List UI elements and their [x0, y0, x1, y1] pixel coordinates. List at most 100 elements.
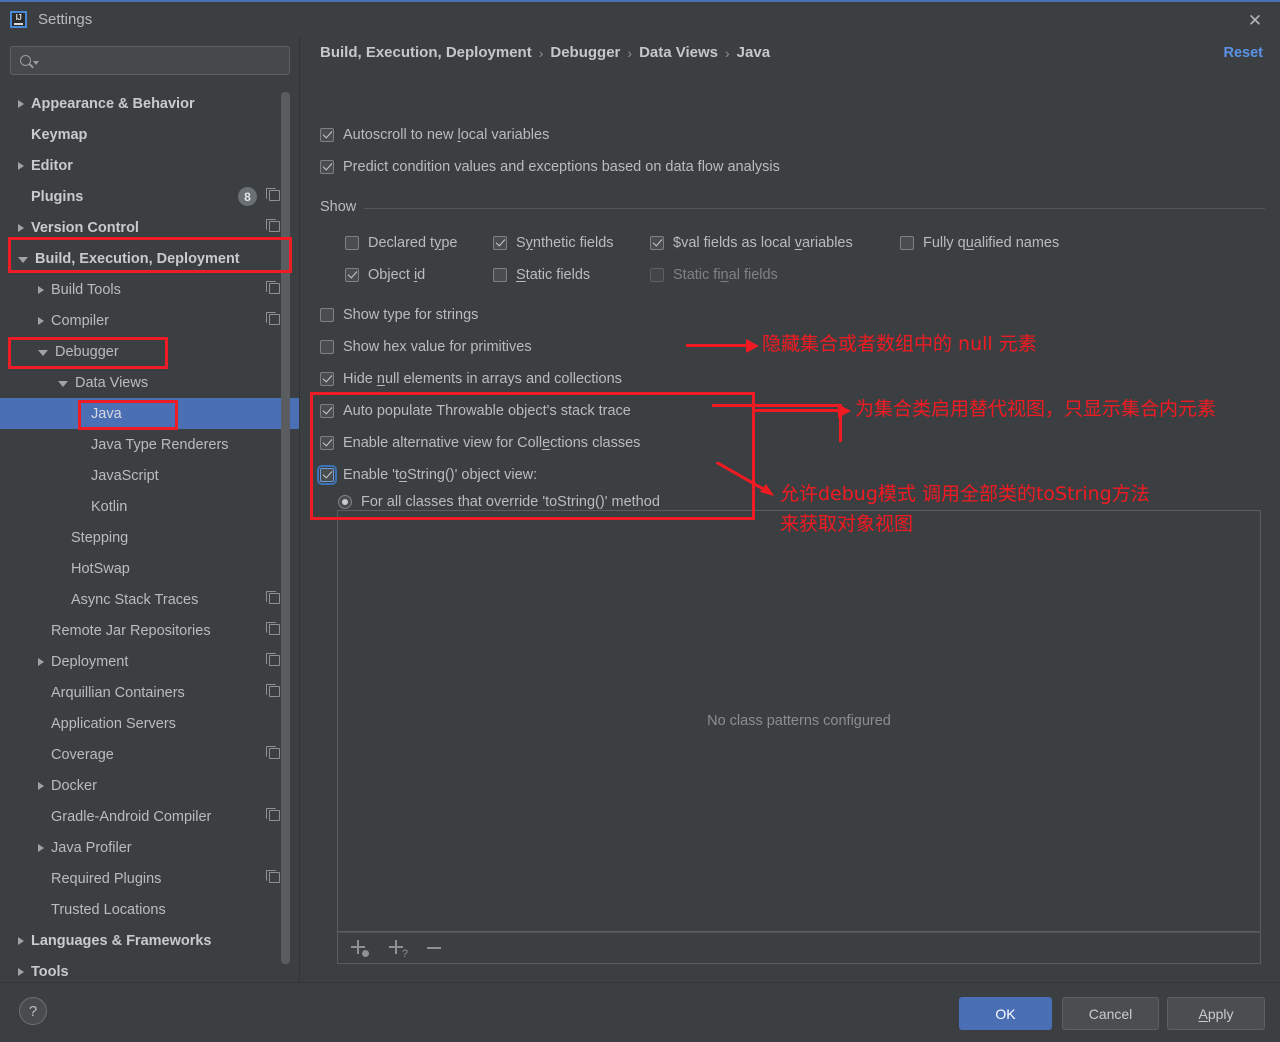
sidebar-item-docker[interactable]: Docker [0, 770, 300, 801]
class-patterns-list[interactable]: No class patterns configured [337, 510, 1261, 932]
checkbox-auto-populate-throwable-stack-trace[interactable]: Auto populate Throwable object's stack t… [320, 403, 631, 419]
radio-for-all-classes-override-tostring[interactable]: For all classes that override 'toString(… [338, 494, 660, 510]
sidebar-item-arquillian-containers[interactable]: Arquillian Containers [0, 677, 300, 708]
add-class-button[interactable] [350, 938, 370, 958]
sidebar-item-compiler[interactable]: Compiler [0, 305, 300, 336]
chevron-right-icon[interactable] [18, 99, 24, 108]
checkbox-enable-tostring-object-view[interactable]: Enable 'toString()' object view: [317, 465, 537, 485]
checkbox-static-fields[interactable]: Static fields [493, 267, 590, 283]
checkbox-declared-type[interactable]: Declared type [345, 235, 457, 251]
checkbox-box[interactable] [317, 465, 337, 485]
checkbox-box[interactable] [320, 404, 334, 418]
sidebar-scrollbar-thumb[interactable] [281, 92, 290, 964]
checkbox-box[interactable] [345, 236, 359, 250]
sidebar-scrollbar-track[interactable] [281, 64, 295, 964]
sidebar-item-appearance-behavior[interactable]: Appearance & Behavior [0, 88, 300, 119]
checkbox-box[interactable] [320, 372, 334, 386]
sidebar-item-remote-jar-repositories[interactable]: Remote Jar Repositories [0, 615, 300, 646]
checkbox-box[interactable] [493, 236, 507, 250]
sidebar-item-keymap[interactable]: Keymap [0, 119, 300, 150]
checkbox-predict-condition-values[interactable]: Predict condition values and exceptions … [320, 159, 780, 175]
sidebar-item-javascript[interactable]: JavaScript [0, 460, 300, 491]
chevron-down-icon[interactable] [18, 257, 28, 263]
checkbox-box[interactable] [900, 236, 914, 250]
checkbox-box[interactable] [320, 436, 334, 450]
sidebar-item-coverage[interactable]: Coverage [0, 739, 300, 770]
remove-button[interactable] [426, 938, 446, 958]
ok-button[interactable]: OK [959, 997, 1052, 1030]
checkbox-box[interactable] [320, 308, 334, 322]
sidebar-item-hotswap[interactable]: HotSwap [0, 553, 300, 584]
copy-settings-icon[interactable] [266, 684, 280, 697]
sidebar-item-java-type-renderers[interactable]: Java Type Renderers [0, 429, 300, 460]
reset-link[interactable]: Reset [1224, 45, 1264, 61]
close-icon[interactable]: ✕ [1242, 8, 1268, 32]
sidebar-item-stepping[interactable]: Stepping [0, 522, 300, 553]
sidebar-item-tools[interactable]: Tools [0, 956, 300, 982]
sidebar-item-kotlin[interactable]: Kotlin [0, 491, 300, 522]
copy-settings-icon[interactable] [266, 746, 280, 759]
chevron-right-icon[interactable] [38, 781, 44, 790]
checkbox-object-id[interactable]: Object id [345, 267, 425, 283]
sidebar-item-build-tools[interactable]: Build Tools [0, 274, 300, 305]
checkbox-show-type-for-strings[interactable]: Show type for strings [320, 307, 478, 323]
sidebar-item-debugger[interactable]: Debugger [0, 336, 300, 367]
copy-settings-icon[interactable] [266, 653, 280, 666]
breadcrumb-item[interactable]: Java [737, 44, 770, 61]
copy-settings-icon[interactable] [266, 591, 280, 604]
sidebar-item-java-profiler[interactable]: Java Profiler [0, 832, 300, 863]
copy-settings-icon[interactable] [266, 870, 280, 883]
copy-settings-icon[interactable] [266, 219, 280, 232]
checkbox-fully-qualified-names[interactable]: Fully qualified names [900, 235, 1059, 251]
copy-settings-icon[interactable] [266, 622, 280, 635]
sidebar-item-languages-frameworks[interactable]: Languages & Frameworks [0, 925, 300, 956]
checkbox-box[interactable] [345, 268, 359, 282]
chevron-right-icon[interactable] [38, 316, 44, 325]
chevron-right-icon[interactable] [18, 223, 24, 232]
apply-button[interactable]: Apply [1167, 997, 1265, 1030]
settings-tree[interactable]: Appearance & Behavior Keymap Editor Plugins… [0, 86, 300, 982]
chevron-right-icon[interactable] [18, 936, 24, 945]
chevron-down-icon[interactable] [38, 350, 48, 356]
cancel-button[interactable]: Cancel [1062, 997, 1159, 1030]
checkbox-box[interactable] [650, 236, 664, 250]
search-box[interactable] [10, 46, 290, 75]
checkbox-box[interactable] [320, 340, 334, 354]
sidebar-item-data-views[interactable]: Data Views [0, 367, 300, 398]
sidebar-item-gradle-android-compiler[interactable]: Gradle-Android Compiler [0, 801, 300, 832]
copy-settings-icon[interactable] [266, 281, 280, 294]
sidebar-item-required-plugins[interactable]: Required Plugins [0, 863, 300, 894]
sidebar-item-editor[interactable]: Editor [0, 150, 300, 181]
help-icon[interactable]: ? [19, 997, 47, 1025]
sidebar-item-async-stack-traces[interactable]: Async Stack Traces [0, 584, 300, 615]
breadcrumb-item[interactable]: Debugger [550, 44, 620, 61]
search-input[interactable] [39, 53, 289, 68]
checkbox-hide-null-elements[interactable]: Hide null elements in arrays and collect… [320, 371, 622, 387]
chevron-right-icon[interactable] [38, 657, 44, 666]
breadcrumb-item[interactable]: Build, Execution, Deployment [320, 44, 532, 61]
copy-settings-icon[interactable] [266, 808, 280, 821]
checkbox-box[interactable] [320, 160, 334, 174]
sidebar-item-version-control[interactable]: Version Control [0, 212, 300, 243]
checkbox-synthetic-fields[interactable]: Synthetic fields [493, 235, 614, 251]
checkbox-show-hex-value-for-primitives[interactable]: Show hex value for primitives [320, 339, 532, 355]
checkbox-enable-alternative-view-collections[interactable]: Enable alternative view for Collections … [320, 435, 640, 451]
chevron-right-icon[interactable] [18, 161, 24, 170]
checkbox-autoscroll-new-local-variables[interactable]: Autoscroll to new local variables [320, 127, 549, 143]
checkbox-val-fields-as-local-variables[interactable]: $val fields as local variables [650, 235, 853, 251]
chevron-right-icon[interactable] [18, 967, 24, 976]
breadcrumb-item[interactable]: Data Views [639, 44, 718, 61]
sidebar-item-trusted-locations[interactable]: Trusted Locations [0, 894, 300, 925]
checkbox-box[interactable] [320, 128, 334, 142]
radio-button[interactable] [338, 495, 352, 509]
copy-settings-icon[interactable] [266, 188, 280, 201]
sidebar-item-plugins[interactable]: Plugins 8 [0, 181, 300, 212]
chevron-right-icon[interactable] [38, 285, 44, 294]
copy-settings-icon[interactable] [266, 312, 280, 325]
checkbox-box[interactable] [493, 268, 507, 282]
sidebar-item-java[interactable]: Java [0, 398, 300, 429]
sidebar-item-build-execution-deployment[interactable]: Build, Execution, Deployment [0, 243, 300, 274]
chevron-right-icon[interactable] [38, 843, 44, 852]
chevron-down-icon[interactable] [58, 381, 68, 387]
add-pattern-button[interactable]: ? [388, 938, 408, 960]
